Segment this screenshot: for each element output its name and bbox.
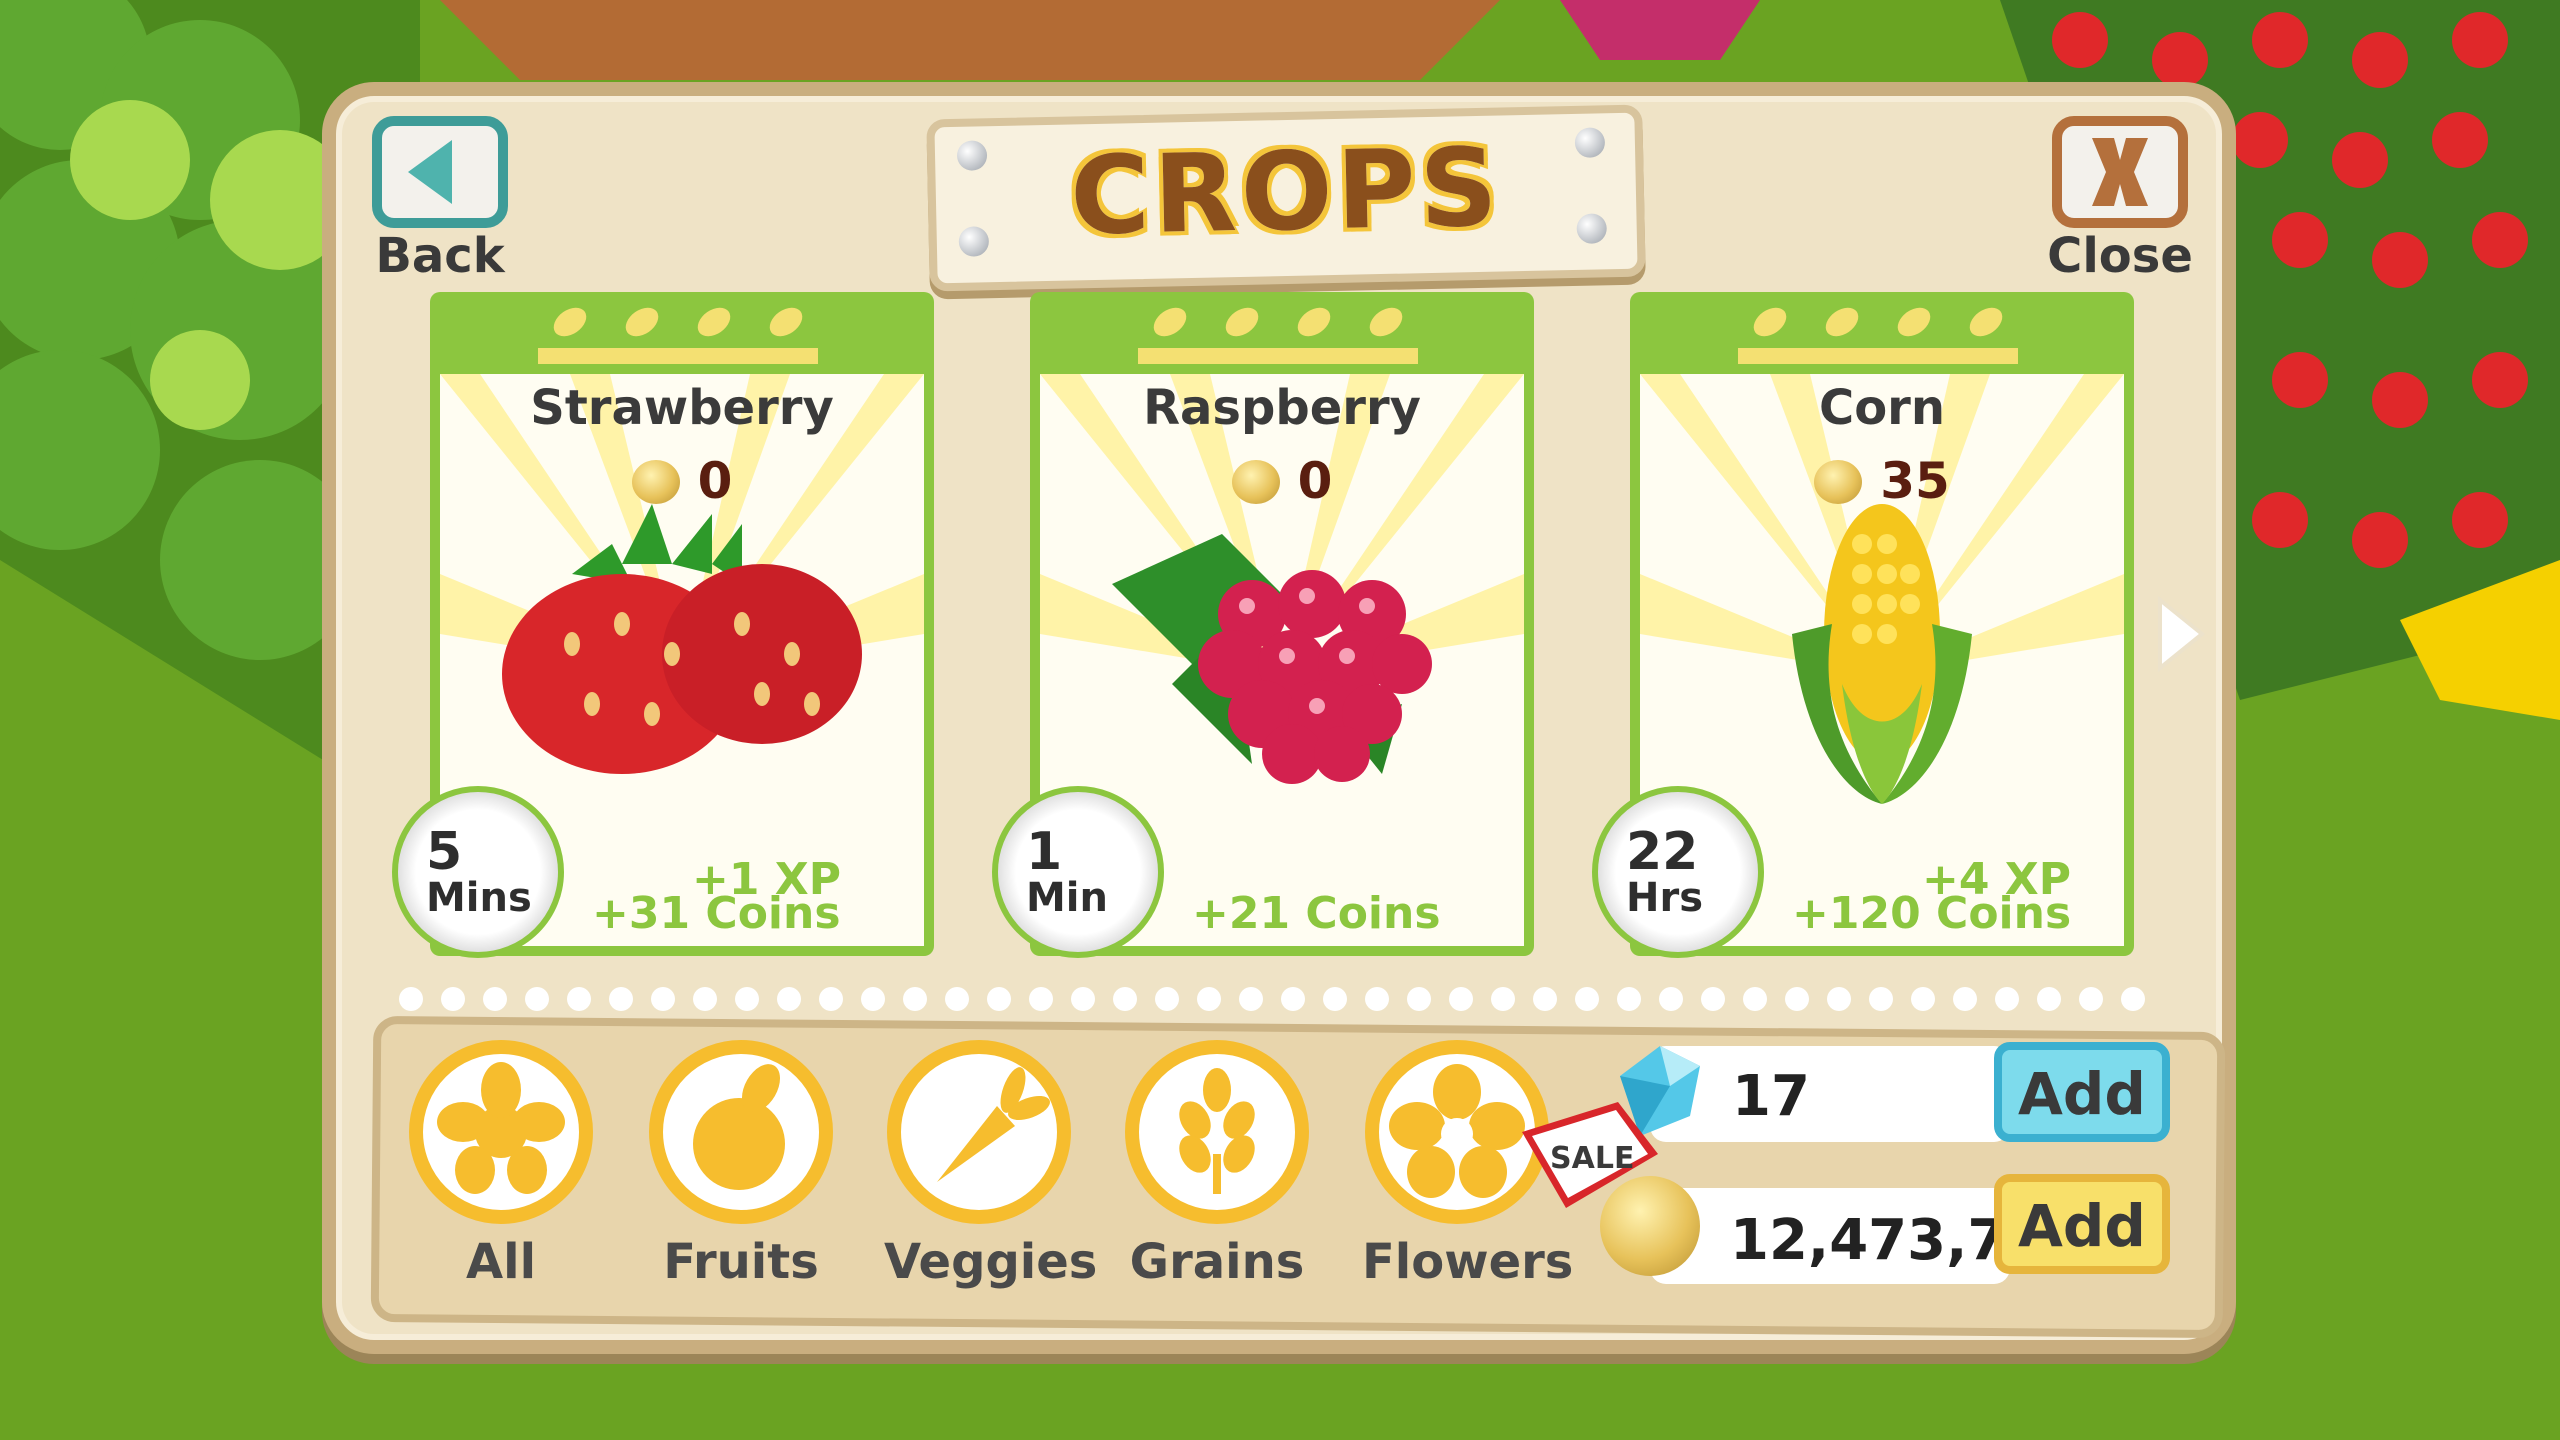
crop-price-value: 0 (1297, 452, 1333, 510)
crop-price-value: 0 (697, 452, 733, 510)
timer-unit: Min (1026, 875, 1108, 921)
coin-reward: +31 Coins (592, 888, 841, 939)
crop-name: Strawberry (530, 380, 834, 436)
crop-card-strawberry[interactable]: Strawberry 0 5 Mins +1 XP +31 Coins (392, 292, 934, 958)
card-bar (1738, 348, 2018, 364)
coin-reward: +21 Coins (1192, 888, 1441, 939)
timer-value: 22 (1626, 822, 1699, 882)
close-button[interactable] (2052, 116, 2188, 228)
crop-name: Corn (1818, 380, 1946, 436)
timer-unit: Hrs (1626, 875, 1704, 921)
crop-card-corn[interactable]: Corn 35 22 Hrs +4 XP +120 Coins (1592, 292, 2134, 958)
close-label: Close (2047, 228, 2193, 284)
coin-stack-icon (1600, 1176, 1700, 1276)
strawberry-image (502, 504, 862, 774)
gems-count: 17 (1732, 1064, 1810, 1129)
flower-splat-icon (409, 1040, 593, 1224)
coin-reward: +120 Coins (1792, 888, 2072, 939)
grow-timer: 5 Mins (392, 786, 564, 958)
timer-value: 5 (426, 822, 463, 882)
crop-price: 0 (430, 452, 934, 510)
corn-image (1792, 504, 1972, 804)
timer-unit: Mins (426, 875, 532, 921)
crop-price-value: 35 (1880, 452, 1950, 510)
close-x-icon (2092, 138, 2148, 206)
next-page-arrow-icon[interactable] (2150, 594, 2210, 674)
category-label: Flowers (1362, 1234, 1574, 1290)
back-label: Back (375, 228, 505, 284)
carrot-icon (887, 1040, 1071, 1224)
category-label: Veggies (884, 1234, 1098, 1290)
category-fruits[interactable]: Fruits (646, 1040, 836, 1290)
sale-label: SALE (1550, 1141, 1634, 1176)
crop-price: 0 (1030, 452, 1534, 510)
category-all[interactable]: All (406, 1040, 596, 1290)
wheat-leaves-icon (553, 307, 803, 337)
crop-card-raspberry[interactable]: Raspberry 0 1 Min +21 Coins (992, 292, 1534, 958)
category-label: Grains (1129, 1234, 1305, 1290)
raspberry-image (1112, 534, 1432, 784)
add-gems-button[interactable]: Add (1994, 1042, 2170, 1142)
dotted-separator (399, 987, 2145, 1011)
back-button[interactable] (372, 116, 508, 228)
coin-icon (1231, 460, 1280, 504)
add-coins-button[interactable]: Add (1994, 1174, 2170, 1274)
category-grains[interactable]: Grains (1122, 1040, 1312, 1290)
grow-timer: 1 Min (992, 786, 1164, 958)
timer-value: 1 (1026, 822, 1063, 882)
wheat-icon (1125, 1040, 1309, 1224)
category-veggies[interactable]: Veggies (884, 1040, 1098, 1290)
crop-price: 35 (1630, 452, 2134, 510)
category-label: Fruits (663, 1234, 819, 1290)
back-arrow-icon (408, 140, 452, 204)
category-label: All (465, 1234, 537, 1290)
page-title: CROPS (1069, 125, 1503, 260)
title-plank: CROPS (926, 104, 1646, 292)
wheat-leaves-icon (1753, 307, 2003, 337)
card-bar (1138, 348, 1418, 364)
coin-icon (1814, 460, 1863, 504)
grow-timer: 22 Hrs (1592, 786, 1764, 958)
crop-name: Raspberry (1143, 380, 1421, 436)
coin-icon (631, 460, 680, 504)
wheat-leaves-icon (1153, 307, 1403, 337)
orange-icon (649, 1040, 833, 1224)
card-bar (538, 348, 818, 364)
